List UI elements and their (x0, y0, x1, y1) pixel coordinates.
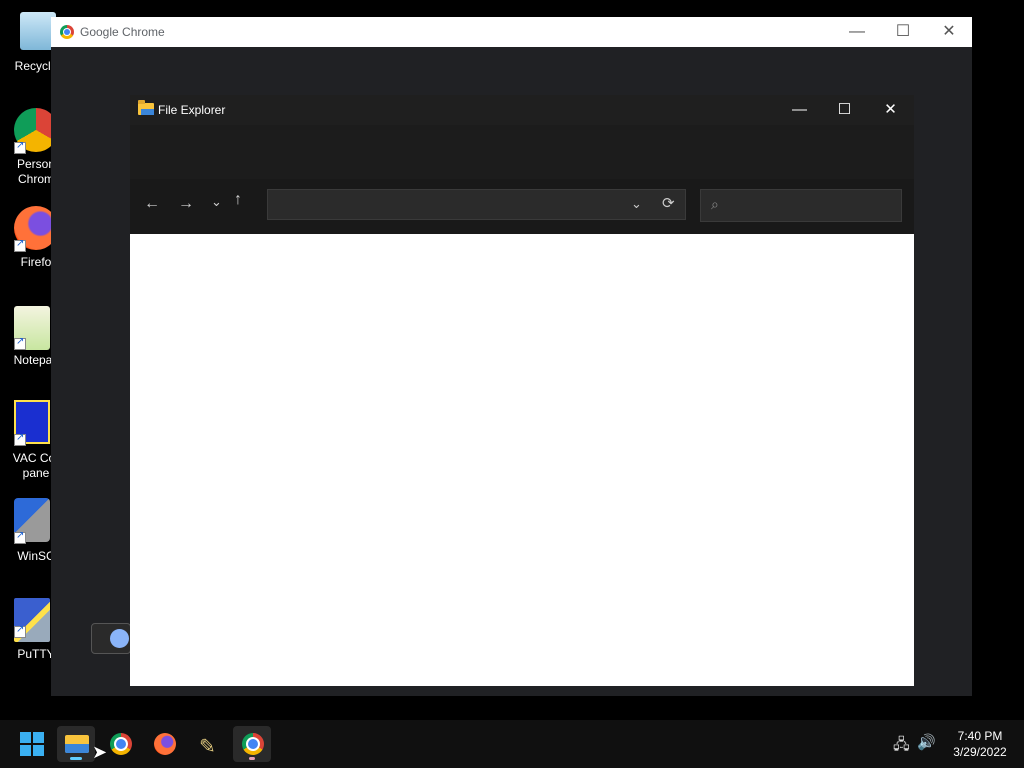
chrome-titlebar[interactable]: Google Chrome — ☐ ✕ (51, 17, 972, 47)
taskbar: ✎ (0, 720, 1024, 768)
explorer-nav-bar: ← → ⌄ ↑ ⌄ ⟳ ⌕ (130, 179, 914, 234)
running-indicator (249, 757, 255, 760)
shortcut-arrow-icon (14, 624, 26, 638)
maximize-button[interactable]: ☐ (822, 95, 867, 125)
clock-date[interactable]: 3/29/2022 (940, 745, 1020, 759)
windows-start-icon (20, 732, 44, 756)
minimize-button[interactable]: — (834, 17, 880, 47)
taskbar-firefox[interactable] (145, 726, 183, 762)
running-indicator (70, 757, 82, 760)
close-button[interactable]: ✕ (868, 95, 913, 125)
search-input[interactable]: ⌕ (700, 189, 902, 222)
avatar-icon (110, 629, 129, 648)
file-explorer-window[interactable]: File Explorer — ☐ ✕ ← → ⌄ ↑ ⌄ ⟳ ⌕ (130, 95, 914, 686)
back-arrow-icon[interactable]: ← (144, 195, 160, 213)
chrome-icon (110, 733, 132, 755)
shortcut-arrow-icon (14, 530, 26, 544)
shortcut-arrow-icon (14, 336, 26, 350)
shortcut-arrow-icon (14, 238, 26, 252)
profile-button[interactable] (91, 623, 131, 654)
maximize-button[interactable]: ☐ (880, 17, 926, 47)
folder-icon (65, 735, 89, 753)
folder-icon (138, 100, 154, 115)
taskbar-tool[interactable]: ✎ (189, 726, 227, 762)
minimize-button[interactable]: — (777, 95, 822, 125)
shortcut-arrow-icon (14, 140, 26, 154)
window-title: Google Chrome (80, 25, 165, 39)
search-icon: ⌕ (711, 196, 719, 212)
chevron-down-icon[interactable]: ⌄ (631, 196, 642, 212)
mouse-cursor-icon: ➤ (92, 742, 108, 762)
shortcut-arrow-icon (14, 432, 26, 446)
window-title: File Explorer (158, 103, 226, 117)
forward-arrow-icon[interactable]: → (178, 195, 194, 213)
explorer-titlebar[interactable]: File Explorer — ☐ ✕ (130, 95, 914, 125)
firefox-icon (154, 733, 176, 755)
start-button[interactable] (13, 726, 51, 762)
address-bar[interactable]: ⌄ ⟳ (267, 189, 686, 220)
volume-icon[interactable]: 🔊 (917, 733, 936, 751)
chrome-icon (60, 25, 74, 39)
clock-time[interactable]: 7:40 PM (940, 729, 1020, 743)
explorer-command-bar (130, 125, 914, 179)
explorer-content-pane[interactable] (130, 234, 914, 686)
network-icon[interactable]: 🖧 (893, 734, 910, 759)
taskbar-chrome-profile[interactable] (233, 726, 271, 762)
chrome-icon (242, 733, 264, 755)
refresh-icon[interactable]: ⟳ (662, 194, 675, 212)
tool-icon: ✎ (199, 736, 216, 758)
recent-locations-icon[interactable]: ⌄ (211, 194, 222, 210)
up-arrow-icon[interactable]: ↑ (234, 191, 242, 209)
taskbar-file-explorer[interactable] (57, 726, 95, 762)
close-button[interactable]: ✕ (926, 17, 972, 47)
